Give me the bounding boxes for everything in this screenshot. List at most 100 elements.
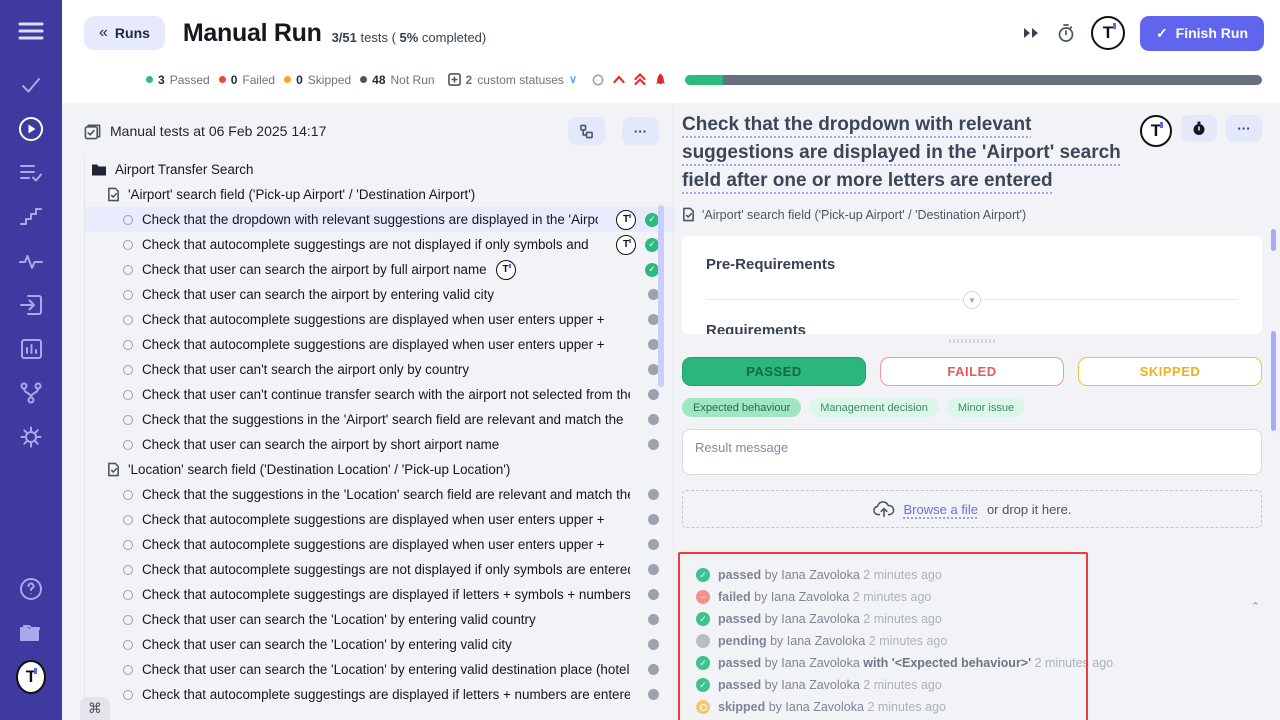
- gear-icon[interactable]: [16, 422, 46, 452]
- sign-in-icon[interactable]: [16, 290, 46, 320]
- test-state-circle-icon[interactable]: [123, 515, 133, 525]
- branch-icon[interactable]: [16, 378, 46, 408]
- test-row[interactable]: Check that user can search the 'Location…: [85, 607, 673, 632]
- browse-file-link[interactable]: Browse a file: [904, 502, 978, 517]
- test-row[interactable]: Check that user can't search the airport…: [85, 357, 673, 382]
- test-state-circle-icon[interactable]: [123, 690, 133, 700]
- test-row[interactable]: Check that the suggestions in the 'Locat…: [85, 482, 673, 507]
- test-breadcrumb[interactable]: 'Airport' search field ('Pick-up Airport…: [682, 207, 1262, 222]
- run-progress-fill: [685, 75, 723, 85]
- tree-view-button[interactable]: [568, 117, 605, 145]
- card-scrollbar[interactable]: [1271, 229, 1276, 251]
- test-row[interactable]: Check that autocomplete suggestings are …: [85, 232, 673, 257]
- tests-scrollbar[interactable]: [658, 205, 664, 387]
- history-user: Iana Zavoloka: [781, 568, 860, 582]
- history-status: passed: [718, 568, 761, 582]
- test-state-circle-icon[interactable]: [123, 640, 133, 650]
- test-state-circle-icon[interactable]: [123, 590, 133, 600]
- steps-icon[interactable]: [16, 202, 46, 232]
- panel-drag-handle[interactable]: [949, 339, 995, 343]
- test-state-circle-icon[interactable]: [123, 665, 133, 675]
- folder-row[interactable]: Airport Transfer Search: [85, 157, 673, 182]
- fast-forward-icon[interactable]: [1023, 26, 1041, 40]
- tag-management-decision[interactable]: Management decision: [809, 398, 939, 417]
- history-by: by: [765, 568, 778, 582]
- test-state-circle-icon[interactable]: [123, 415, 133, 425]
- test-title[interactable]: Check that the dropdown with relevant su…: [682, 111, 1128, 195]
- brand-logo-icon[interactable]: T: [1091, 16, 1125, 50]
- custom-statuses-dropdown[interactable]: 2custom statuses ∨: [448, 73, 577, 87]
- test-row[interactable]: Check that autocomplete suggestings are …: [85, 682, 673, 707]
- doc-row[interactable]: 'Location' search field ('Destination Lo…: [85, 457, 673, 482]
- keyboard-shortcut-badge[interactable]: ⌘: [80, 697, 110, 720]
- double-chevron-up-priority-icon[interactable]: [634, 73, 646, 86]
- finish-run-button[interactable]: ✓ Finish Run: [1140, 16, 1264, 51]
- test-state-circle-icon[interactable]: [123, 365, 133, 375]
- test-row[interactable]: Check that autocomplete suggestings are …: [85, 557, 673, 582]
- test-state-circle-icon[interactable]: [123, 215, 133, 225]
- test-row[interactable]: Check that user can search the airport b…: [85, 282, 673, 307]
- test-row[interactable]: Check that user can't continue transfer …: [85, 382, 673, 407]
- test-row[interactable]: Check that user can search the 'Location…: [85, 632, 673, 657]
- detail-more-button[interactable]: ···: [1226, 115, 1262, 142]
- chevron-up-priority-icon[interactable]: [613, 75, 625, 84]
- test-state-circle-icon[interactable]: [123, 240, 133, 250]
- result-history-list: ✓passed by Iana Zavoloka 2 minutes ago−f…: [682, 554, 1262, 720]
- detail-scrollbar[interactable]: [1271, 331, 1276, 431]
- requirements-heading: Requirements: [706, 322, 1238, 334]
- report-icon[interactable]: [16, 334, 46, 364]
- result-message-input[interactable]: [682, 429, 1262, 475]
- test-state-circle-icon[interactable]: [123, 565, 133, 575]
- history-time: 2 minutes ago: [867, 700, 946, 714]
- check-icon[interactable]: [16, 70, 46, 100]
- projects-icon[interactable]: [16, 618, 46, 648]
- test-row[interactable]: Check that user can search the airport b…: [85, 432, 673, 457]
- test-state-circle-icon[interactable]: [123, 540, 133, 550]
- history-with-tag: with '<Expected behaviour>': [863, 656, 1031, 670]
- test-row[interactable]: Check that autocomplete suggestions are …: [85, 307, 673, 332]
- test-state-circle-icon[interactable]: [123, 440, 133, 450]
- circle-priority-icon[interactable]: [592, 74, 604, 86]
- list-more-button[interactable]: ···: [622, 117, 659, 145]
- test-row[interactable]: Check that the suggestions in the 'Airpo…: [85, 407, 673, 432]
- status-notrun-icon: [648, 639, 659, 650]
- folder-icon: [91, 163, 107, 176]
- test-state-circle-icon[interactable]: [123, 290, 133, 300]
- test-row[interactable]: Check that autocomplete suggestings are …: [85, 582, 673, 607]
- status-notrun-icon: [648, 539, 659, 550]
- brand-logo-icon[interactable]: T: [16, 662, 46, 692]
- test-state-circle-icon[interactable]: [123, 265, 133, 275]
- test-state-circle-icon[interactable]: [123, 490, 133, 500]
- test-row[interactable]: Check that autocomplete suggestions are …: [85, 532, 673, 557]
- tag-minor-issue[interactable]: Minor issue: [947, 398, 1025, 417]
- mark-failed-button[interactable]: FAILED: [880, 357, 1064, 386]
- pulse-icon[interactable]: [16, 246, 46, 276]
- tasks-icon[interactable]: [16, 158, 46, 188]
- mark-passed-button[interactable]: PASSED: [682, 357, 866, 386]
- test-state-circle-icon[interactable]: [123, 315, 133, 325]
- test-state-circle-icon[interactable]: [123, 615, 133, 625]
- test-state-circle-icon[interactable]: [123, 390, 133, 400]
- stopwatch-icon[interactable]: [1056, 23, 1076, 43]
- mark-skipped-button[interactable]: SKIPPED: [1078, 357, 1262, 386]
- test-row[interactable]: Check that autocomplete suggestions are …: [85, 332, 673, 357]
- test-row[interactable]: Check that autocomplete suggestions are …: [85, 507, 673, 532]
- file-dropzone[interactable]: Browse a file or drop it here.: [682, 490, 1262, 528]
- test-state-circle-icon[interactable]: [123, 340, 133, 350]
- rocket-priority-icon[interactable]: [655, 73, 666, 87]
- doc-row[interactable]: 'Airport' search field ('Pick-up Airport…: [85, 182, 673, 207]
- test-row[interactable]: Check that user can search the 'Location…: [85, 657, 673, 682]
- test-row[interactable]: Check that user can search the airport b…: [85, 257, 673, 282]
- back-to-runs-button[interactable]: « Runs: [84, 16, 165, 50]
- history-time: 2 minutes ago: [863, 612, 942, 626]
- help-icon[interactable]: [16, 574, 46, 604]
- failed-dot-icon: [219, 76, 226, 83]
- timer-button[interactable]: [1181, 115, 1217, 142]
- history-by: by: [754, 590, 767, 604]
- tag-expected-behaviour[interactable]: Expected behaviour: [682, 398, 801, 417]
- collapse-section-button[interactable]: ▼: [963, 291, 981, 309]
- play-circle-icon[interactable]: [16, 114, 46, 144]
- notrun-dot-icon: [360, 76, 367, 83]
- test-row[interactable]: Check that the dropdown with relevant su…: [85, 207, 673, 232]
- menu-icon[interactable]: [16, 16, 46, 46]
